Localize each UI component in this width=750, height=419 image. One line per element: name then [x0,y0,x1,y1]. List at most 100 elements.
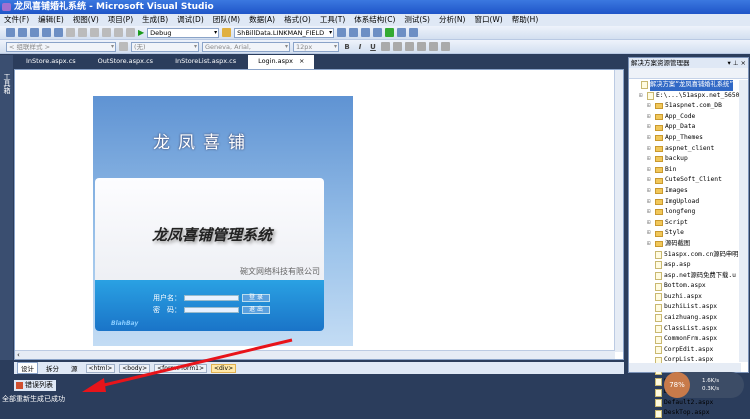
menu-item[interactable]: 调试(D) [177,14,204,26]
tree-item[interactable]: ⊞ Style [629,228,748,239]
close-tab-icon[interactable]: × [299,57,304,69]
class-view-icon[interactable] [397,28,407,37]
properties-icon[interactable] [349,28,359,37]
tree-item[interactable]: ⊞ App_Code [629,112,748,123]
expand-icon[interactable]: ⊞ [647,197,653,208]
tree-item[interactable]: ⊞ aspnet_client [629,144,748,155]
menu-item[interactable]: 帮助(H) [512,14,539,26]
solution-horizontal-scrollbar[interactable] [629,363,741,372]
start-page-icon[interactable] [385,28,395,37]
tree-item[interactable]: ⊞ 51aspnet.com_DB [629,101,748,112]
copy-icon[interactable] [78,28,87,37]
expand-icon[interactable]: ⊞ [647,144,653,155]
tab-outstore-cs[interactable]: OutStore.aspx.cs [88,55,163,69]
menu-item[interactable]: 测试(S) [404,14,430,26]
highlight-icon[interactable] [393,42,402,51]
numbering-icon[interactable] [429,42,438,51]
source-view-button[interactable]: 源 [67,362,82,374]
tree-item[interactable]: ⊞ CuteSoft_Client [629,175,748,186]
font-select[interactable]: Geneva, Arial, [202,41,290,52]
tree-item[interactable]: ⊞ backup [629,154,748,165]
save-all-icon[interactable] [54,28,63,37]
solution-vertical-scrollbar[interactable] [739,80,748,362]
design-view-button[interactable]: 设计 [17,362,38,374]
navigate-icon[interactable] [126,28,135,37]
tab-instorelist-cs[interactable]: InStoreList.aspx.cs [165,55,246,69]
panel-controls[interactable]: ▾ ⊥ × [727,58,746,68]
network-speed-widget[interactable]: 78% 1.6K/s 0.3K/s [664,372,744,398]
tree-item[interactable]: Bottom.aspx [629,281,748,292]
style-apply-icon[interactable] [119,42,128,51]
find-icon[interactable] [222,28,232,37]
menu-item[interactable]: 项目(P) [108,14,133,26]
new-project-icon[interactable] [6,28,15,37]
italic-button[interactable]: I [355,43,365,51]
expand-icon[interactable]: ⊞ [647,154,653,165]
tag-crumb-html[interactable]: <html> [85,363,116,373]
solution-explorer-icon[interactable] [337,28,347,37]
editor-horizontal-scrollbar[interactable]: ‹ [15,350,615,359]
tree-item[interactable]: asp.net源码免费下载.u [629,271,748,282]
toolbox-label[interactable]: 工具箱 [2,73,12,94]
start-debug-icon[interactable]: ▶ [138,28,144,37]
bold-button[interactable]: B [342,43,352,51]
tree-item[interactable]: ⊞ App_Data [629,122,748,133]
menu-item[interactable]: 数据(A) [249,14,275,26]
login-button[interactable]: 登 录 [242,294,270,302]
expand-icon[interactable]: ⊞ [647,175,653,186]
design-surface[interactable]: 龙凤喜铺 龙凤喜铺管理系统 碗文网络科技有限公司 用户名： 登 录 密 码： 退 出… [14,69,624,360]
font-size-select[interactable]: 12px [293,41,339,52]
bullets-icon[interactable] [417,42,426,51]
expand-icon[interactable]: ⊞ [647,186,653,197]
menu-item[interactable]: 生成(B) [142,14,168,26]
tree-item[interactable]: ⊞ longfeng [629,207,748,218]
expand-icon[interactable]: ⊞ [639,91,645,102]
style-select[interactable]: < 组联样式 > [6,41,116,52]
config-select[interactable]: Debug [147,27,220,38]
password-input[interactable] [184,307,239,313]
tree-item[interactable]: ⊞ 源码截图 [629,239,748,250]
redo-icon[interactable] [114,28,123,37]
save-icon[interactable] [42,28,51,37]
cut-icon[interactable] [66,28,75,37]
exit-button[interactable]: 退 出 [242,306,270,314]
menu-item[interactable]: 视图(V) [73,14,99,26]
menu-item[interactable]: 文件(F) [4,14,29,26]
expand-icon[interactable]: ⊞ [647,133,653,144]
tree-item[interactable]: ⊞ E:\...\51aspx.net_5650 [629,91,748,102]
tree-item[interactable]: ⊞ App_Themes [629,133,748,144]
tree-item[interactable]: asp.asp [629,260,748,271]
expand-icon[interactable]: ⊞ [647,228,653,239]
menu-item[interactable]: 工具(T) [320,14,345,26]
expand-icon[interactable]: ⊞ [647,122,653,133]
tree-item[interactable]: 51aspx.com.cn源码申明 [629,250,748,261]
open-icon[interactable] [30,28,39,37]
window-icon[interactable] [409,28,419,37]
tree-item[interactable]: buzhi.aspx [629,292,748,303]
tree-item[interactable]: ⊞ Bin [629,165,748,176]
tree-item[interactable]: ClassList.aspx [629,324,748,335]
tree-item[interactable]: CommonFrm.aspx [629,334,748,345]
align-icon[interactable] [405,42,414,51]
toolbox-strip[interactable]: 工具箱 [0,55,13,360]
block-format-select[interactable]: (无) [131,41,199,52]
tree-item[interactable]: ⊞ ImgUpload [629,197,748,208]
font-color-icon[interactable] [381,42,390,51]
tree-item[interactable]: buzhiList.aspx [629,302,748,313]
tree-item[interactable]: CorpEdit.aspx [629,345,748,356]
expand-icon[interactable]: ⊞ [647,165,653,176]
expand-icon[interactable]: ⊞ [647,218,653,229]
menu-item[interactable]: 窗口(W) [474,14,502,26]
menu-item[interactable]: 编辑(E) [38,14,64,26]
menu-item[interactable]: 体系结构(C) [354,14,395,26]
tag-crumb-form[interactable]: <form#form1> [154,363,208,373]
object-browser-icon[interactable] [361,28,371,37]
tag-crumb-body[interactable]: <body> [119,363,151,373]
split-view-button[interactable]: 拆分 [42,362,63,374]
error-list-button[interactable]: 错误列表 [14,380,56,391]
expand-icon[interactable]: ⊞ [647,101,653,112]
tab-login-aspx[interactable]: Login.aspx × [248,55,315,69]
expand-icon[interactable]: ⊞ [647,207,653,218]
editor-vertical-scrollbar[interactable] [614,70,623,352]
tree-item[interactable]: ⊞ Script [629,218,748,229]
